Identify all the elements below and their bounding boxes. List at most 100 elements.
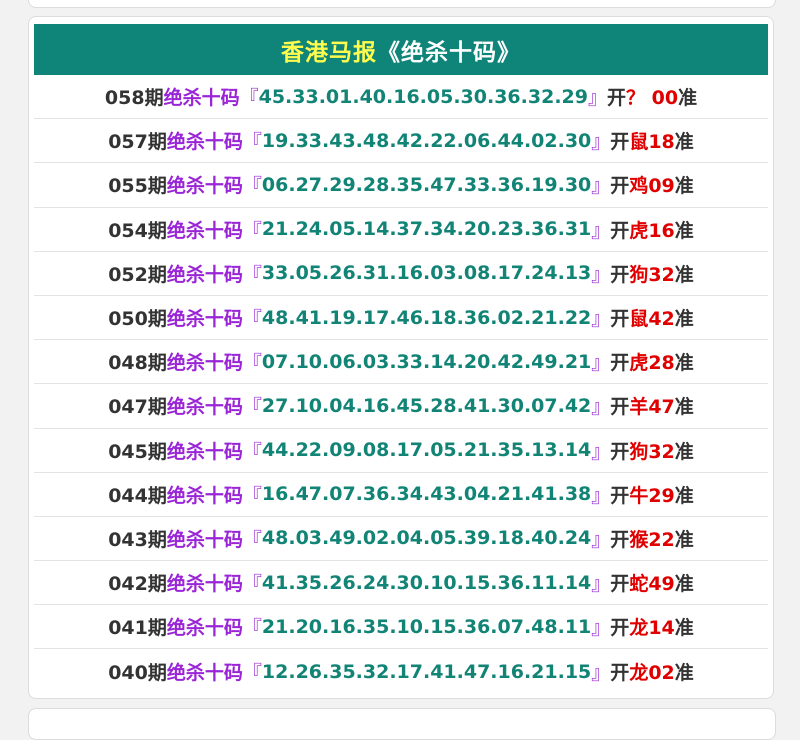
row-kill-label: 绝杀十码 [166, 617, 243, 640]
row-open-label: 开 [610, 528, 630, 551]
row-period: 055期 [108, 175, 167, 198]
row-open-label: 开 [610, 219, 630, 242]
row-kill-label: 绝杀十码 [166, 528, 243, 551]
row-bracket-close: 』 [591, 573, 611, 596]
row-result: 牛29 [629, 484, 675, 507]
row-bracket-close: 』 [591, 175, 611, 198]
row-period: 052期 [108, 263, 167, 286]
row-numbers: 45.33.01.40.16.05.30.36.32.29 [258, 85, 588, 108]
row-result: 鼠42 [629, 308, 675, 331]
row-zhun-label: 准 [674, 219, 694, 242]
row-bracket-open: 『 [239, 87, 259, 110]
row-kill-label: 绝杀十码 [166, 662, 243, 685]
row-numbers: 44.22.09.08.17.05.21.35.13.14 [261, 439, 592, 462]
row-bracket-close: 』 [591, 396, 611, 419]
row-period: 040期 [108, 662, 167, 685]
row-open-label: 开 [610, 263, 630, 286]
row-result: 虎16 [629, 219, 675, 242]
row-open-label: 开 [607, 87, 627, 110]
row-open-label: 开 [610, 352, 630, 375]
row-bracket-close: 』 [591, 662, 611, 685]
result-row: 050期 绝杀十码『48.41.19.17.46.18.36.02.21.22』开… [34, 296, 768, 341]
card-header: 香港马报 《绝杀十码》 [34, 24, 768, 75]
row-kill-label: 绝杀十码 [166, 263, 243, 286]
result-row: 042期 绝杀十码『41.35.26.24.30.10.15.36.11.14』开… [34, 561, 768, 606]
row-zhun-label: 准 [674, 573, 694, 596]
row-zhun-label: 准 [674, 617, 694, 640]
row-period: 043期 [108, 528, 167, 551]
row-kill-label: 绝杀十码 [166, 308, 243, 331]
result-row: 055期 绝杀十码『06.27.29.28.35.47.33.36.19.30』开… [34, 163, 768, 208]
row-kill-label: 绝杀十码 [166, 484, 243, 507]
row-result: 猴22 [629, 528, 675, 551]
row-open-label: 开 [610, 175, 630, 198]
row-kill-label: 绝杀十码 [166, 175, 243, 198]
row-period: 041期 [108, 617, 167, 640]
row-bracket-open: 『 [242, 528, 262, 551]
row-kill-label: 绝杀十码 [166, 573, 243, 596]
result-row: 057期 绝杀十码『19.33.43.48.42.22.06.44.02.30』开… [34, 119, 768, 164]
row-zhun-label: 准 [674, 263, 694, 286]
row-bracket-open: 『 [242, 484, 262, 507]
row-kill-label: 绝杀十码 [166, 219, 243, 242]
row-bracket-open: 『 [242, 263, 262, 286]
row-zhun-label: 准 [674, 175, 694, 198]
row-kill-label: 绝杀十码 [163, 87, 240, 110]
row-period: 044期 [108, 484, 167, 507]
next-card [28, 708, 776, 740]
row-bracket-open: 『 [242, 308, 262, 331]
row-zhun-label: 准 [674, 440, 694, 463]
row-result: 鸡09 [629, 175, 675, 198]
result-row: 054期 绝杀十码『21.24.05.14.37.34.20.23.36.31』开… [34, 208, 768, 252]
result-row: 058期 绝杀十码『45.33.01.40.16.05.30.36.32.29』开… [34, 75, 768, 120]
row-open-label: 开 [610, 396, 630, 419]
row-bracket-open: 『 [242, 617, 262, 640]
result-row: 047期 绝杀十码『27.10.04.16.45.28.41.30.07.42』开… [34, 384, 768, 429]
row-period: 048期 [108, 352, 167, 375]
row-zhun-label: 准 [674, 352, 694, 375]
row-period: 054期 [108, 219, 167, 242]
row-bracket-close: 』 [591, 352, 611, 375]
header-title-main: 香港马报 [281, 39, 377, 66]
row-numbers: 27.10.04.16.45.28.41.30.07.42 [261, 394, 592, 417]
row-zhun-label: 准 [674, 131, 694, 154]
row-bracket-open: 『 [242, 219, 262, 242]
row-bracket-close: 』 [591, 617, 611, 640]
row-open-label: 开 [610, 131, 630, 154]
row-result: 龙02 [629, 662, 675, 685]
row-period: 057期 [108, 131, 167, 154]
row-zhun-label: 准 [674, 308, 694, 331]
row-numbers: 33.05.26.31.16.03.08.17.24.13 [261, 262, 592, 285]
result-row: 040期 绝杀十码『12.26.35.32.17.41.47.16.21.15』开… [34, 649, 768, 693]
row-bracket-open: 『 [242, 440, 262, 463]
row-result: 狗32 [629, 263, 675, 286]
row-zhun-label: 准 [678, 87, 698, 110]
row-bracket-close: 』 [591, 528, 611, 551]
result-row: 048期 绝杀十码『07.10.06.03.33.14.20.42.49.21』开… [34, 340, 768, 385]
result-row: 044期 绝杀十码『16.47.07.36.34.43.04.21.41.38』开… [34, 473, 768, 517]
row-period: 042期 [108, 573, 167, 596]
row-open-label: 开 [610, 440, 630, 463]
row-bracket-close: 』 [591, 263, 611, 286]
row-result: 鼠18 [629, 131, 675, 154]
row-zhun-label: 准 [674, 484, 694, 507]
results-list: 058期 绝杀十码『45.33.01.40.16.05.30.36.32.29』开… [34, 75, 768, 694]
row-bracket-close: 』 [591, 131, 611, 154]
header-title-sub: 《绝杀十码》 [377, 39, 521, 66]
row-bracket-open: 『 [242, 662, 262, 685]
previous-card [28, 0, 776, 8]
row-bracket-close: 』 [587, 87, 607, 110]
row-numbers: 48.03.49.02.04.05.39.18.40.24 [261, 527, 592, 550]
row-period: 045期 [108, 440, 167, 463]
row-numbers: 12.26.35.32.17.41.47.16.21.15 [261, 660, 592, 683]
row-period: 050期 [108, 308, 167, 331]
row-numbers: 21.20.16.35.10.15.36.07.48.11 [261, 615, 592, 638]
row-bracket-open: 『 [242, 131, 262, 154]
result-row: 052期 绝杀十码『33.05.26.31.16.03.08.17.24.13』开… [34, 252, 768, 296]
row-open-label: 开 [610, 617, 630, 640]
result-row: 041期 绝杀十码『21.20.16.35.10.15.36.07.48.11』开… [34, 605, 768, 650]
row-period: 058期 [104, 87, 164, 110]
row-bracket-open: 『 [242, 175, 262, 198]
row-open-label: 开 [610, 484, 630, 507]
row-result: 龙14 [629, 617, 675, 640]
